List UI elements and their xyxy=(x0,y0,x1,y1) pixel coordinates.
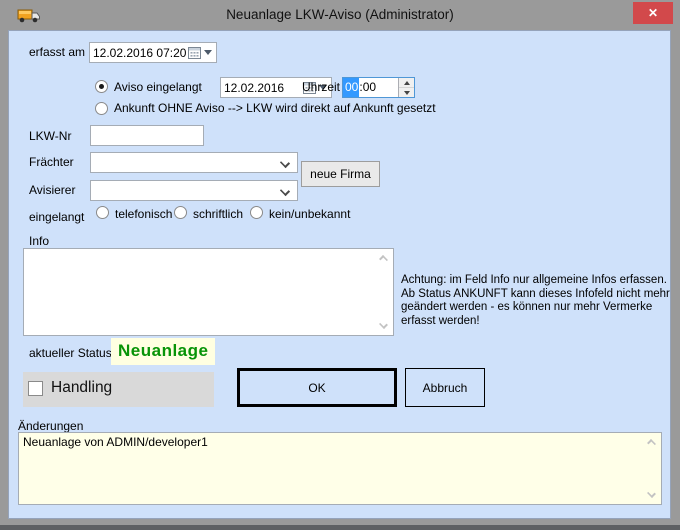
calendar-icon xyxy=(188,47,201,59)
window-title: Neuanlage LKW-Aviso (Administrator) xyxy=(0,7,680,22)
handling-label: Handling xyxy=(51,379,112,397)
eingelangt-label: eingelangt xyxy=(29,210,84,224)
chevron-down-icon xyxy=(204,50,212,55)
scroll-down-icon[interactable] xyxy=(647,489,656,498)
eingelangt-kein-unbekannt-label: kein/unbekannt xyxy=(269,207,350,221)
erfasst-am-label: erfasst am xyxy=(29,45,85,59)
uhrzeit-time-input[interactable]: 00 :00 xyxy=(342,77,415,98)
aenderungen-label: Änderungen xyxy=(18,419,83,433)
avisierer-combobox[interactable] xyxy=(90,180,298,201)
info-textarea[interactable] xyxy=(23,248,394,336)
titlebar[interactable]: Neuanlage LKW-Aviso (Administrator) ✕ xyxy=(0,0,680,30)
lkw-nr-input[interactable] xyxy=(90,125,204,146)
dialog-window: Neuanlage LKW-Aviso (Administrator) ✕ er… xyxy=(0,0,680,530)
lkw-nr-label: LKW-Nr xyxy=(29,129,71,143)
uhrzeit-label: Uhrzeit xyxy=(302,80,340,94)
triangle-up-icon xyxy=(404,81,410,85)
erfasst-am-value: 12.02.2016 07:20 xyxy=(93,46,188,60)
ok-button[interactable]: OK xyxy=(237,368,397,407)
neue-firma-button[interactable]: neue Firma xyxy=(301,161,380,187)
eingelangt-schriftlich-radio[interactable] xyxy=(174,206,187,219)
dialog-content: erfasst am 12.02.2016 07:20 Aviso eingel… xyxy=(8,30,671,519)
triangle-down-icon xyxy=(404,91,410,95)
fraechter-combobox[interactable] xyxy=(90,152,298,173)
ankunft-ohne-aviso-label: Ankunft OHNE Aviso --> LKW wird direkt a… xyxy=(114,101,436,115)
scroll-down-icon[interactable] xyxy=(379,320,388,329)
eingelangt-telefonisch-radio[interactable] xyxy=(96,206,109,219)
abbruch-button[interactable]: Abbruch xyxy=(405,368,485,407)
aktueller-status-label: aktueller Status xyxy=(29,346,112,360)
time-spinner xyxy=(398,78,414,97)
eingelangt-telefonisch-label: telefonisch xyxy=(115,207,172,221)
spinner-up-button[interactable] xyxy=(399,78,414,87)
avisierer-label: Avisierer xyxy=(29,183,75,197)
erfasst-am-datetime-picker[interactable]: 12.02.2016 07:20 xyxy=(89,42,217,63)
spinner-down-button[interactable] xyxy=(399,87,414,97)
info-label: Info xyxy=(29,234,49,248)
aviso-eingelangt-label: Aviso eingelangt xyxy=(114,80,202,94)
radio-selected-dot xyxy=(99,84,104,89)
handling-checkbox[interactable] xyxy=(28,381,43,396)
eingelangt-kein-unbekannt-radio[interactable] xyxy=(250,206,263,219)
scroll-up-icon[interactable] xyxy=(379,255,388,264)
aenderungen-value: Neuanlage von ADMIN/developer1 xyxy=(23,435,208,449)
ankunft-ohne-aviso-radio[interactable] xyxy=(95,102,108,115)
aviso-date-value: 12.02.2016 xyxy=(224,81,303,95)
eingelangt-schriftlich-label: schriftlich xyxy=(193,207,243,221)
time-minutes[interactable]: :00 xyxy=(359,78,398,97)
status-badge: Neuanlage xyxy=(111,338,215,365)
aenderungen-textarea[interactable]: Neuanlage von ADMIN/developer1 xyxy=(18,432,662,505)
window-bottom-edge xyxy=(0,525,680,530)
handling-panel: Handling xyxy=(23,372,214,407)
chevron-down-icon xyxy=(280,158,290,168)
fraechter-label: Frächter xyxy=(29,155,74,169)
info-warning-text: Achtung: im Feld Info nur allgemeine Inf… xyxy=(401,274,675,328)
close-button[interactable]: ✕ xyxy=(633,2,673,24)
scroll-up-icon[interactable] xyxy=(647,439,656,448)
time-hours-selected[interactable]: 00 xyxy=(343,78,359,97)
aviso-eingelangt-radio[interactable] xyxy=(95,80,108,93)
chevron-down-icon xyxy=(280,186,290,196)
